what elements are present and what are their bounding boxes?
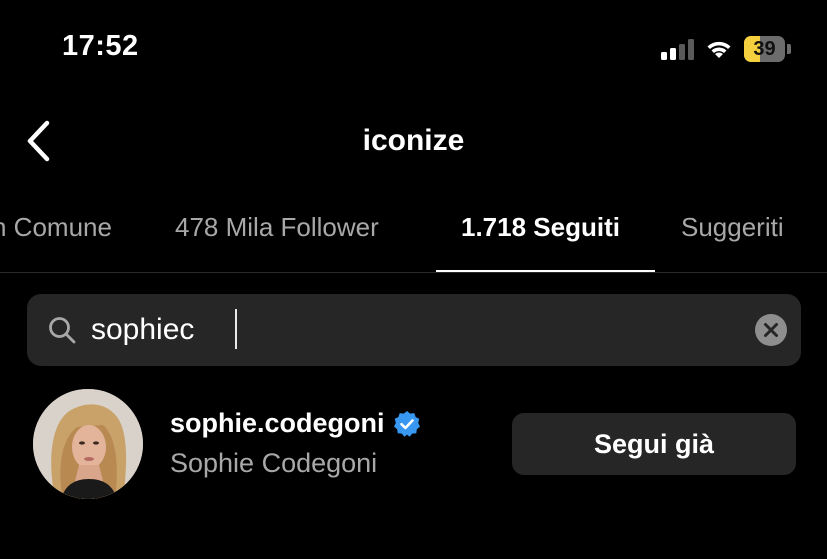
profile-photo	[33, 389, 143, 499]
active-tab-indicator	[436, 270, 655, 272]
full-name: Sophie Codegoni	[170, 448, 378, 478]
tab-in-comune[interactable]: n Comune	[0, 212, 112, 243]
search-icon	[49, 317, 76, 344]
avatar[interactable]	[33, 389, 143, 499]
search-input[interactable]	[91, 308, 711, 352]
tab-following[interactable]: 1.718 Seguiti	[461, 212, 620, 243]
clear-search-button[interactable]	[755, 314, 787, 346]
username: sophie.codegoni	[170, 408, 385, 438]
page-title: iconize	[362, 124, 465, 157]
battery-icon: 39	[744, 36, 791, 62]
tab-followers[interactable]: 478 Mila Follower	[175, 212, 379, 243]
text-cursor	[235, 309, 237, 349]
screen: 17:52 39 iconize n Comune 478 Mila Follo…	[0, 0, 827, 559]
list-item[interactable]: sophie.codegoni Sophie Codegoni Segui gi…	[0, 386, 827, 502]
search-bar	[27, 294, 801, 366]
following-button[interactable]: Segui già	[512, 413, 796, 475]
username-line: sophie.codegoni	[170, 408, 421, 439]
status-time: 17:52	[62, 30, 139, 62]
battery-level: 39	[753, 37, 776, 60]
clear-circle-icon	[755, 314, 787, 346]
tab-suggested[interactable]: Suggeriti	[681, 212, 784, 243]
status-icons: 39	[661, 36, 791, 62]
tab-bar: n Comune 478 Mila Follower 1.718 Seguiti…	[0, 196, 827, 273]
cellular-signal-icon	[661, 38, 694, 60]
wifi-icon	[707, 41, 731, 58]
verified-badge-icon	[393, 410, 420, 437]
